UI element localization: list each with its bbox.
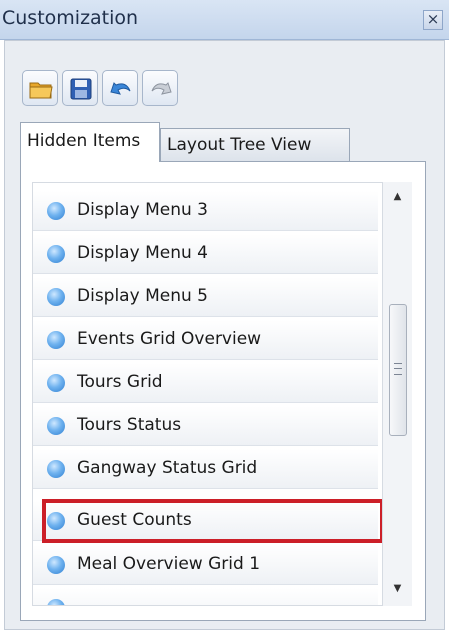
tab-hidden-items[interactable]: Hidden Items — [20, 122, 160, 162]
bullet-icon — [47, 245, 65, 263]
scroll-up-icon[interactable]: ▲ — [383, 184, 412, 210]
tab-strip: Hidden Items Layout Tree View — [20, 122, 360, 162]
list-item[interactable]: Display Menu 3 — [33, 191, 378, 231]
list-item-label: Tours Grid — [77, 372, 163, 392]
bullet-icon — [47, 417, 65, 435]
vertical-scrollbar[interactable]: ▲ ▼ — [382, 182, 412, 606]
list-item-label: Tours Status — [77, 415, 182, 435]
list-item[interactable]: Tours Status — [33, 406, 378, 446]
customization-window: Customization × Hidden Items Layout Tree… — [0, 0, 449, 634]
list-item-label: Guest Counts — [77, 510, 192, 530]
list-item-label: Display Menu 4 — [77, 243, 208, 263]
bullet-icon — [47, 374, 65, 392]
list-item[interactable]: Gangway Status Grid — [33, 449, 378, 489]
list-item[interactable]: Tours Grid — [33, 363, 378, 403]
bullet-icon — [47, 331, 65, 349]
list-item-label: Display Menu 3 — [77, 200, 208, 220]
list-item-partial[interactable] — [33, 588, 378, 605]
list-item-label: Display Menu 5 — [77, 286, 208, 306]
save-button[interactable] — [62, 70, 98, 106]
list-item-label: Gangway Status Grid — [77, 458, 258, 478]
bullet-icon — [47, 512, 65, 530]
scroll-down-icon[interactable]: ▼ — [383, 576, 412, 602]
bullet-icon — [47, 599, 65, 605]
undo-arrow-icon — [110, 82, 131, 95]
list-item[interactable]: Display Menu 4 — [33, 234, 378, 274]
scroll-thumb[interactable] — [389, 304, 407, 436]
grip-icon — [394, 363, 402, 375]
bullet-icon — [47, 288, 65, 306]
bullet-icon — [47, 556, 65, 574]
list-item-label: Meal Overview Grid 1 — [77, 554, 261, 574]
undo-button[interactable] — [102, 70, 138, 106]
redo-arrow-icon — [151, 82, 172, 95]
hidden-items-list[interactable]: Display Menu 3 Display Menu 4 Display Me… — [32, 182, 412, 606]
close-button[interactable]: × — [423, 10, 443, 30]
bullet-icon — [47, 202, 65, 220]
tab-layout-tree-view[interactable]: Layout Tree View — [160, 128, 350, 162]
list-item[interactable]: Display Menu 5 — [33, 277, 378, 317]
title-bar[interactable]: Customization × — [0, 0, 449, 40]
redo-button[interactable] — [142, 70, 178, 106]
list-item-label: Events Grid Overview — [77, 329, 262, 349]
folder-open-icon — [29, 82, 53, 99]
list-item-guest-counts[interactable]: Guest Counts — [33, 501, 378, 541]
bullet-icon — [47, 460, 65, 478]
list-item[interactable]: Meal Overview Grid 1 — [33, 545, 378, 585]
list-item[interactable]: Events Grid Overview — [33, 320, 378, 360]
floppy-disk-icon — [70, 78, 92, 100]
open-folder-button[interactable] — [22, 70, 58, 106]
window-title: Customization — [2, 7, 139, 29]
close-icon: × — [426, 10, 440, 28]
